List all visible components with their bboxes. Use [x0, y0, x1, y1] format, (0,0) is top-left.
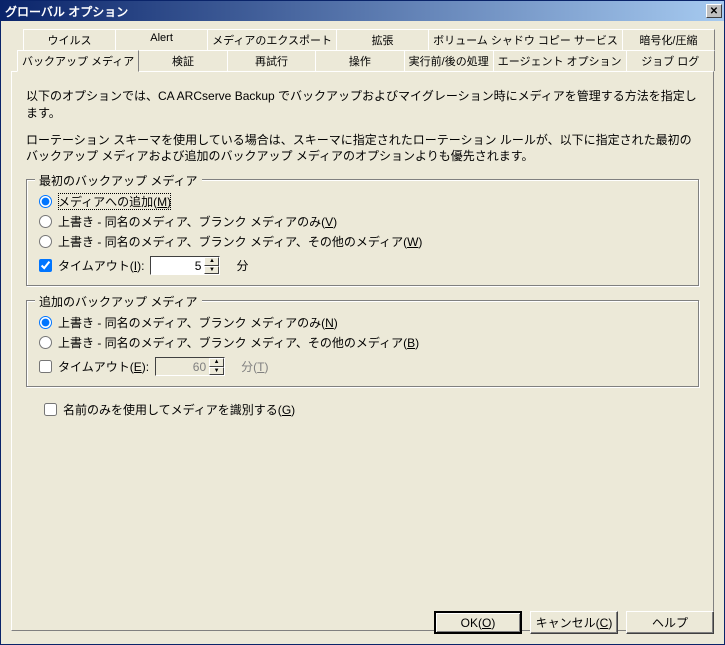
timeout-row-1: タイムアウト(I): ▲▼ 分: [39, 256, 686, 275]
cancel-button[interactable]: キャンセル(C): [530, 611, 618, 634]
radio2-row-overwrite-same-blank: 上書き - 同名のメディア、ブランク メディアのみ(N): [39, 314, 686, 331]
group-first-media-legend: 最初のバックアップ メディア: [35, 172, 202, 189]
tab-backup-media[interactable]: バックアップ メディア: [17, 50, 139, 72]
radio-row-append: メディアへの追加(M): [39, 193, 686, 210]
timeout2-spinner: ▲▼: [155, 357, 225, 376]
radio-row-overwrite-any: 上書き - 同名のメディア、ブランク メディア、その他のメディア(W): [39, 233, 686, 250]
tab-virus[interactable]: ウイルス: [23, 29, 116, 50]
timeout2-label[interactable]: タイムアウト(E):: [58, 358, 149, 375]
radio2-row-overwrite-any: 上書き - 同名のメディア、ブランク メディア、その他のメディア(B): [39, 334, 686, 351]
nameonly-row: 名前のみを使用してメディアを識別する(G): [44, 401, 699, 418]
radio2-overwrite-same-blank[interactable]: [39, 316, 52, 329]
radio-overwrite-same-blank-label[interactable]: 上書き - 同名のメディア、ブランク メディアのみ(V): [58, 213, 337, 230]
tab-encryption[interactable]: 暗号化/圧縮: [622, 29, 715, 50]
timeout2-spin-buttons: ▲▼: [209, 358, 224, 375]
global-options-window: グローバル オプション ✕ ウイルス Alert メディアのエクスポート 拡張 …: [0, 0, 725, 645]
timeout1-checkbox[interactable]: [39, 259, 52, 272]
radio2-overwrite-same-blank-label[interactable]: 上書き - 同名のメディア、ブランク メディアのみ(N): [58, 314, 338, 331]
button-bar: OK(O) キャンセル(C) ヘルプ: [434, 611, 714, 634]
tab-alert[interactable]: Alert: [115, 29, 208, 50]
help-button[interactable]: ヘルプ: [626, 611, 714, 634]
description-1: 以下のオプションでは、CA ARCserve Backup でバックアップおよび…: [26, 88, 699, 122]
group-additional-media-legend: 追加のバックアップ メディア: [35, 293, 202, 310]
tab-operation[interactable]: 操作: [315, 50, 404, 71]
tab-advanced[interactable]: 拡張: [336, 29, 429, 50]
tab-media-export[interactable]: メディアのエクスポート: [207, 29, 337, 50]
nameonly-label[interactable]: 名前のみを使用してメディアを識別する(G): [63, 401, 295, 418]
tab-job-log[interactable]: ジョブ ログ: [626, 50, 715, 71]
radio-append-label[interactable]: メディアへの追加(M): [58, 193, 171, 210]
tab-vss[interactable]: ボリューム シャドウ コピー サービス: [428, 29, 623, 50]
tab-agent-options[interactable]: エージェント オプション: [493, 50, 627, 71]
radio-row-overwrite-same-blank: 上書き - 同名のメディア、ブランク メディアのみ(V): [39, 213, 686, 230]
timeout2-unit: 分(T): [241, 358, 268, 375]
timeout1-label[interactable]: タイムアウト(I):: [58, 257, 144, 274]
timeout-row-2: タイムアウト(E): ▲▼ 分(T): [39, 357, 686, 376]
dialog-body: ウイルス Alert メディアのエクスポート 拡張 ボリューム シャドウ コピー…: [1, 21, 724, 644]
window-title: グローバル オプション: [5, 3, 706, 20]
tab-row-2: バックアップ メディア 検証 再試行 操作 実行前/後の処理 エージェント オプ…: [17, 50, 714, 71]
tab-retry[interactable]: 再試行: [227, 50, 316, 71]
radio2-overwrite-any-label[interactable]: 上書き - 同名のメディア、ブランク メディア、その他のメディア(B): [58, 334, 419, 351]
tab-prepost[interactable]: 実行前/後の処理: [404, 50, 494, 71]
tab-row-1: ウイルス Alert メディアのエクスポート 拡張 ボリューム シャドウ コピー…: [23, 29, 714, 50]
group-additional-media: 追加のバックアップ メディア 上書き - 同名のメディア、ブランク メディアのみ…: [26, 300, 699, 387]
ok-button[interactable]: OK(O): [434, 611, 522, 634]
timeout1-spin-buttons[interactable]: ▲▼: [204, 257, 219, 274]
timeout2-checkbox[interactable]: [39, 360, 52, 373]
group-first-media: 最初のバックアップ メディア メディアへの追加(M) 上書き - 同名のメディア…: [26, 179, 699, 286]
titlebar: グローバル オプション ✕: [1, 1, 724, 21]
timeout1-spinner: ▲▼: [150, 256, 220, 275]
close-button[interactable]: ✕: [706, 4, 722, 18]
description-2: ローテーション スキーマを使用している場合は、スキーマに指定されたローテーション…: [26, 132, 699, 166]
radio-overwrite-same-blank[interactable]: [39, 215, 52, 228]
timeout1-unit: 分: [236, 257, 248, 274]
radio-overwrite-any[interactable]: [39, 235, 52, 248]
radio-overwrite-any-label[interactable]: 上書き - 同名のメディア、ブランク メディア、その他のメディア(W): [58, 233, 422, 250]
radio-append[interactable]: [39, 195, 52, 208]
tab-panel: 以下のオプションでは、CA ARCserve Backup でバックアップおよび…: [11, 71, 714, 631]
nameonly-checkbox[interactable]: [44, 403, 57, 416]
radio2-overwrite-any[interactable]: [39, 336, 52, 349]
tab-verify[interactable]: 検証: [138, 50, 227, 71]
